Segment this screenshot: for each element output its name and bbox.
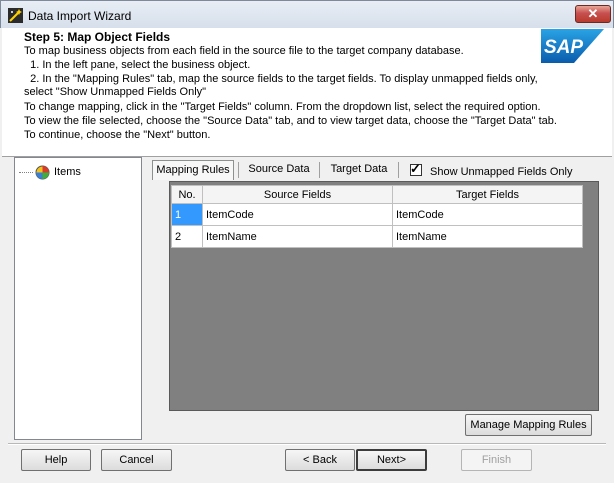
target-field-cell[interactable]: ItemCode	[392, 203, 583, 226]
instruction-line: select "Show Unmapped Fields Only"	[24, 86, 207, 98]
instructions-panel: Step 5: Map Object Fields To map busines…	[2, 28, 612, 156]
window-title: Data Import Wizard	[28, 9, 132, 23]
tab-source-data[interactable]: Source Data	[243, 160, 315, 180]
column-header-source-fields[interactable]: Source Fields	[202, 185, 393, 204]
tab-label: Target Data	[330, 163, 388, 175]
back-button[interactable]: < Back	[285, 449, 355, 471]
business-object-icon	[35, 165, 50, 179]
close-button[interactable]: ✕	[575, 5, 611, 23]
wizard-icon	[8, 8, 23, 23]
tree-item-label: Items	[54, 166, 81, 178]
footer-divider	[8, 443, 606, 445]
sap-logo: SAP	[541, 29, 604, 63]
instruction-line: 1. In the left pane, select the business…	[24, 59, 251, 71]
row-number[interactable]: 1	[171, 203, 203, 226]
sap-logo-text: SAP	[544, 37, 583, 58]
mapping-grid: No. Source Fields Target Fields 1 ItemCo…	[169, 181, 599, 411]
row-number[interactable]: 2	[171, 225, 203, 248]
tree-item-items[interactable]: Items	[19, 164, 81, 180]
finish-button: Finish	[461, 449, 532, 471]
checkmark-icon: ✓	[410, 161, 421, 176]
tab-mapping-rules[interactable]: Mapping Rules	[152, 160, 234, 180]
tab-separator	[238, 162, 239, 178]
instruction-line: To map business objects from each field …	[24, 45, 464, 57]
tree-connector	[19, 171, 33, 173]
instruction-line: To view the file selected, choose the "S…	[24, 115, 557, 127]
help-button[interactable]: Help	[21, 449, 91, 471]
mapping-table: No. Source Fields Target Fields 1 ItemCo…	[171, 185, 583, 248]
instruction-line: To continue, choose the "Next" button.	[24, 129, 211, 141]
table-row[interactable]: 2 ItemName ItemName	[171, 225, 583, 248]
show-unmapped-checkbox[interactable]: ✓	[410, 161, 422, 176]
tab-target-data[interactable]: Target Data	[324, 160, 394, 180]
cancel-button[interactable]: Cancel	[101, 449, 172, 471]
next-button[interactable]: Next>	[356, 449, 427, 471]
table-header-row: No. Source Fields Target Fields	[171, 185, 583, 204]
column-header-no[interactable]: No.	[171, 185, 203, 204]
show-unmapped-label[interactable]: Show Unmapped Fields Only	[430, 166, 572, 178]
tab-separator	[398, 162, 399, 178]
business-object-tree[interactable]: Items	[14, 157, 142, 440]
instruction-line: 2. In the "Mapping Rules" tab, map the s…	[24, 73, 538, 85]
title-bar: Data Import Wizard ✕	[0, 0, 614, 28]
column-header-target-fields[interactable]: Target Fields	[392, 185, 583, 204]
tab-label: Source Data	[248, 163, 310, 175]
target-field-cell[interactable]: ItemName	[392, 225, 583, 248]
manage-mapping-rules-button[interactable]: Manage Mapping Rules	[465, 414, 592, 436]
tab-label: Mapping Rules	[156, 164, 230, 176]
instruction-line: To change mapping, click in the "Target …	[24, 101, 541, 113]
step-title: Step 5: Map Object Fields	[24, 30, 171, 44]
source-field-cell: ItemName	[202, 225, 393, 248]
table-row[interactable]: 1 ItemCode ItemCode	[171, 203, 583, 226]
tab-separator	[319, 162, 320, 178]
source-field-cell: ItemCode	[202, 203, 393, 226]
close-icon: ✕	[587, 6, 599, 21]
